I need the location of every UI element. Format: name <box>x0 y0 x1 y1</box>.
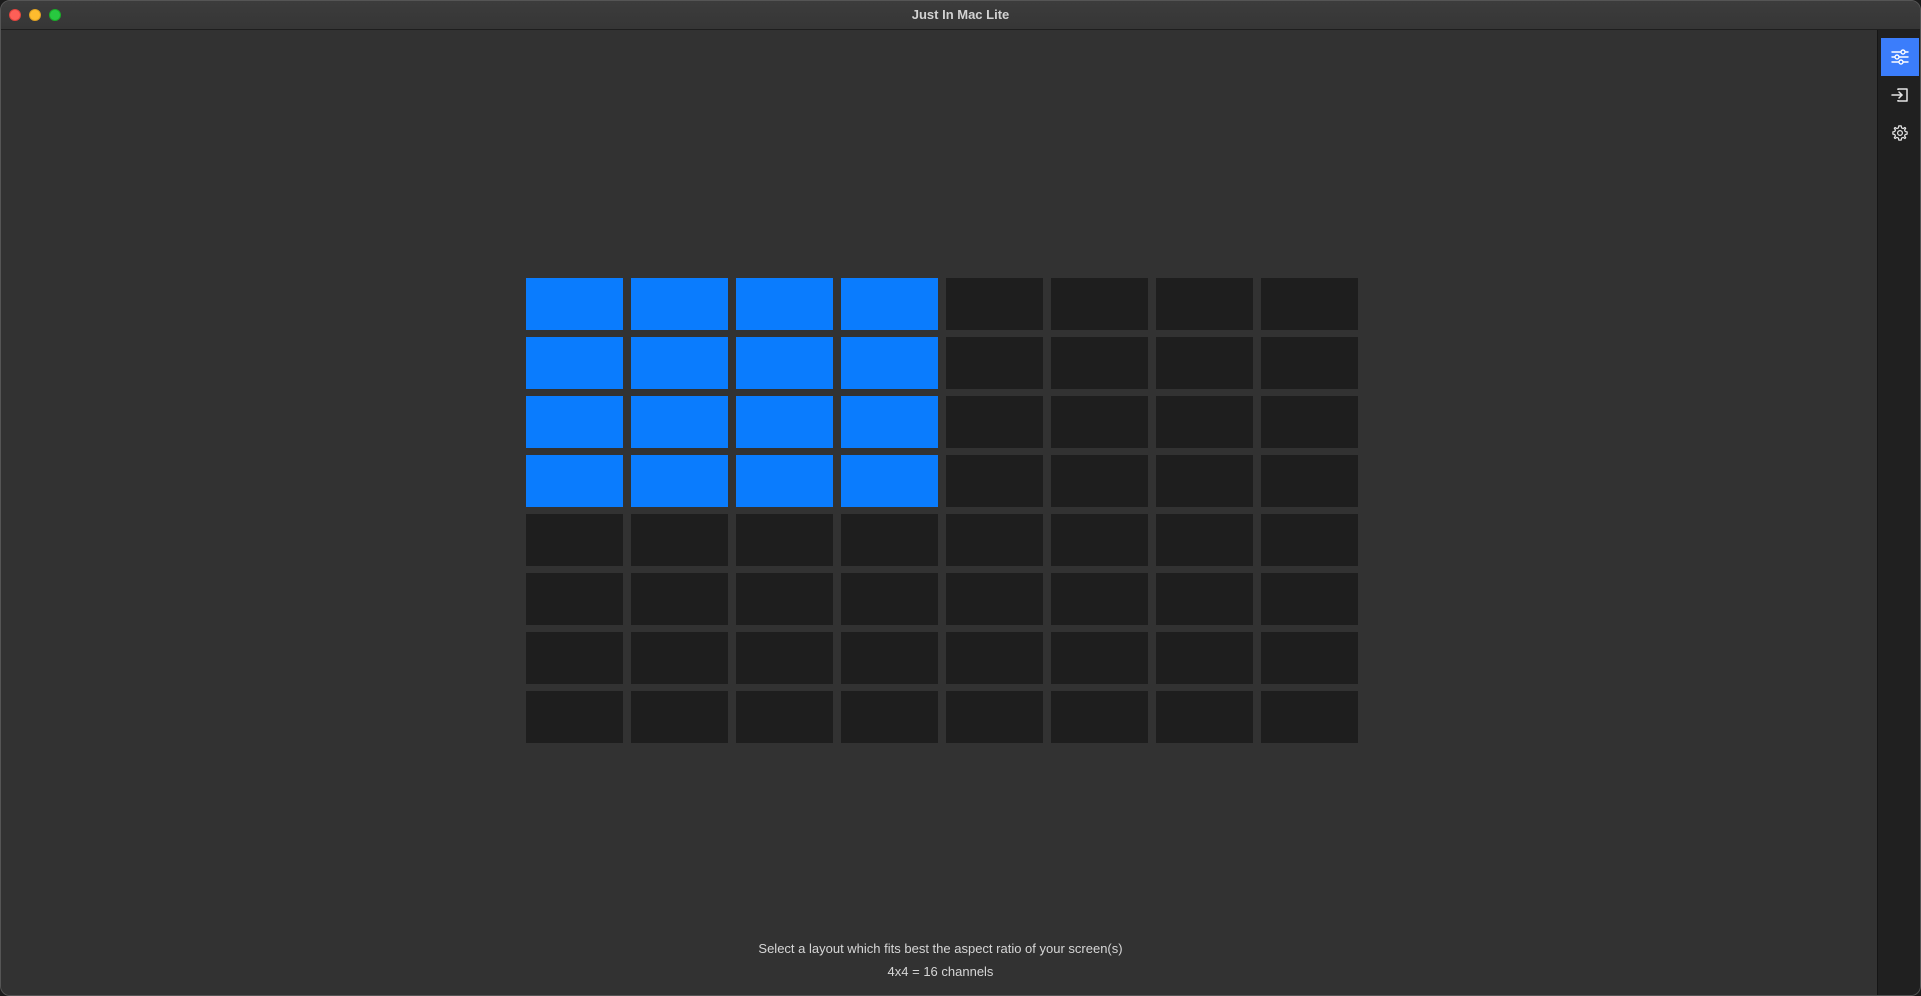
layout-cell-r5-c7[interactable] <box>1156 514 1253 566</box>
layout-cell-r1-c7[interactable] <box>1156 278 1253 330</box>
layout-cell-r4-c7[interactable] <box>1156 455 1253 507</box>
layout-cell-r3-c3[interactable] <box>736 396 833 448</box>
layout-cell-r7-c8[interactable] <box>1261 632 1358 684</box>
layout-cell-r7-c2[interactable] <box>631 632 728 684</box>
layout-cell-r6-c6[interactable] <box>1051 573 1148 625</box>
layout-cell-r7-c4[interactable] <box>841 632 938 684</box>
layout-cell-r1-c8[interactable] <box>1261 278 1358 330</box>
layout-cell-r3-c2[interactable] <box>631 396 728 448</box>
layout-cell-r1-c4[interactable] <box>841 278 938 330</box>
layout-cell-r8-c3[interactable] <box>736 691 833 743</box>
window-title: Just In Mac Lite <box>911 7 1010 22</box>
layout-cell-r1-c6[interactable] <box>1051 278 1148 330</box>
layout-cell-r3-c5[interactable] <box>946 396 1043 448</box>
layout-cell-r2-c1[interactable] <box>526 337 623 389</box>
layout-cell-r8-c6[interactable] <box>1051 691 1148 743</box>
layout-selector-panel: Select a layout which fits best the aspe… <box>1 30 1880 995</box>
layout-cell-r2-c8[interactable] <box>1261 337 1358 389</box>
layout-cell-r5-c5[interactable] <box>946 514 1043 566</box>
layout-cell-r6-c2[interactable] <box>631 573 728 625</box>
layout-cell-r2-c6[interactable] <box>1051 337 1148 389</box>
title-bar[interactable]: Just In Mac Lite <box>1 1 1920 30</box>
layout-cell-r5-c3[interactable] <box>736 514 833 566</box>
layout-cell-r7-c5[interactable] <box>946 632 1043 684</box>
layout-cell-r3-c1[interactable] <box>526 396 623 448</box>
layout-cell-r8-c7[interactable] <box>1156 691 1253 743</box>
layout-selection-summary: 4x4 = 16 channels <box>887 964 994 979</box>
layout-cell-r6-c4[interactable] <box>841 573 938 625</box>
layout-cell-r5-c4[interactable] <box>841 514 938 566</box>
layout-cell-r3-c8[interactable] <box>1261 396 1358 448</box>
layout-cell-r3-c7[interactable] <box>1156 396 1253 448</box>
layout-cell-r4-c4[interactable] <box>841 455 938 507</box>
layout-cell-r1-c5[interactable] <box>946 278 1043 330</box>
layout-cell-r1-c2[interactable] <box>631 278 728 330</box>
layout-cell-r2-c3[interactable] <box>736 337 833 389</box>
layout-cell-r2-c5[interactable] <box>946 337 1043 389</box>
layout-cell-r4-c5[interactable] <box>946 455 1043 507</box>
layout-cell-r4-c6[interactable] <box>1051 455 1148 507</box>
layout-cell-r2-c4[interactable] <box>841 337 938 389</box>
sidebar-item-settings[interactable] <box>1881 114 1919 152</box>
sidebar-item-layout[interactable] <box>1881 38 1919 76</box>
layout-cell-r7-c6[interactable] <box>1051 632 1148 684</box>
layout-cell-r8-c5[interactable] <box>946 691 1043 743</box>
layout-instruction: Select a layout which fits best the aspe… <box>758 941 1123 956</box>
layout-cell-r6-c8[interactable] <box>1261 573 1358 625</box>
layout-cell-r4-c2[interactable] <box>631 455 728 507</box>
layout-cell-r4-c3[interactable] <box>736 455 833 507</box>
layout-cell-r7-c7[interactable] <box>1156 632 1253 684</box>
input-icon <box>1891 87 1909 103</box>
layout-cell-r2-c7[interactable] <box>1156 337 1253 389</box>
layout-cell-r8-c1[interactable] <box>526 691 623 743</box>
layout-cell-r7-c1[interactable] <box>526 632 623 684</box>
layout-cell-r1-c1[interactable] <box>526 278 623 330</box>
layout-cell-r8-c2[interactable] <box>631 691 728 743</box>
layout-cell-r6-c5[interactable] <box>946 573 1043 625</box>
layout-cell-r5-c1[interactable] <box>526 514 623 566</box>
layout-cell-r8-c8[interactable] <box>1261 691 1358 743</box>
layout-cell-r5-c6[interactable] <box>1051 514 1148 566</box>
sidebar-item-input[interactable] <box>1881 76 1919 114</box>
app-window: Just In Mac Lite Select a layout which f… <box>0 0 1921 996</box>
right-sidebar <box>1877 30 1920 995</box>
layout-cell-r2-c2[interactable] <box>631 337 728 389</box>
gear-icon <box>1891 124 1909 142</box>
layout-cell-r4-c1[interactable] <box>526 455 623 507</box>
layout-cell-r5-c8[interactable] <box>1261 514 1358 566</box>
sliders-icon <box>1891 49 1909 65</box>
layout-cell-r6-c3[interactable] <box>736 573 833 625</box>
layout-cell-r6-c1[interactable] <box>526 573 623 625</box>
layout-cell-r3-c6[interactable] <box>1051 396 1148 448</box>
layout-cell-r3-c4[interactable] <box>841 396 938 448</box>
layout-grid <box>526 278 1358 743</box>
layout-cell-r1-c3[interactable] <box>736 278 833 330</box>
layout-cell-r7-c3[interactable] <box>736 632 833 684</box>
layout-cell-r4-c8[interactable] <box>1261 455 1358 507</box>
layout-cell-r5-c2[interactable] <box>631 514 728 566</box>
layout-cell-r8-c4[interactable] <box>841 691 938 743</box>
layout-cell-r6-c7[interactable] <box>1156 573 1253 625</box>
